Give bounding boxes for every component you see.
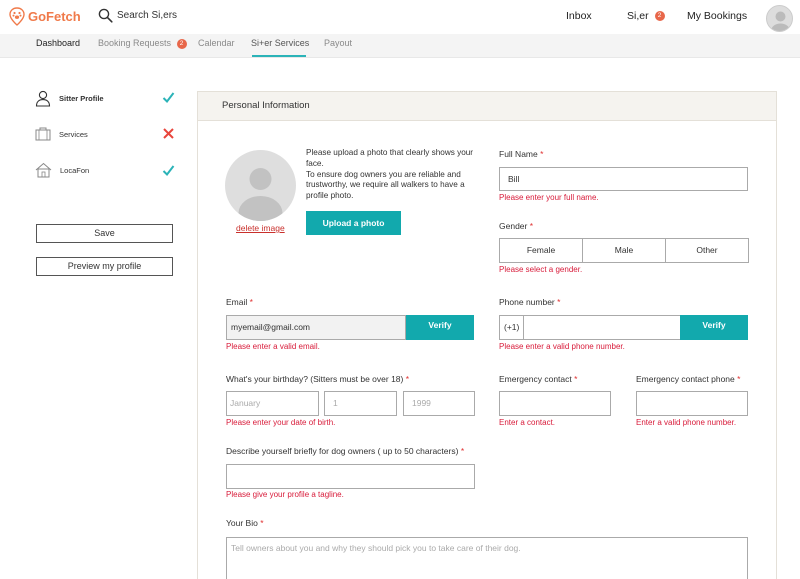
tab-calendar[interactable]: Calendar	[198, 38, 235, 48]
upload-photo-button[interactable]: Upload a photo	[306, 211, 401, 235]
sidebar-item-label: LocaFon	[60, 165, 90, 175]
search-icon	[98, 8, 113, 23]
required-marker: *	[260, 518, 264, 528]
birth-day-select[interactable]: 1	[324, 391, 397, 416]
user-avatar-icon	[771, 11, 790, 31]
photo-instructions: Please upload a photo that clearly shows…	[306, 148, 474, 201]
email-error: Please enter a valid email.	[226, 342, 320, 351]
save-button[interactable]: Save	[36, 224, 173, 243]
sub-nav: Dashboard Booking Requests 2 Calendar Si…	[0, 34, 800, 58]
panel-title: Personal Information	[222, 100, 310, 111]
paw-pin-icon	[9, 7, 25, 26]
brand-name: GoFetch	[28, 9, 81, 24]
emergency-contact-label: Emergency contact *	[499, 374, 577, 384]
email-label-text: Email	[226, 297, 248, 307]
house-icon	[35, 162, 52, 178]
full-name-label: Full Name *	[499, 149, 543, 159]
booking-requests-badge: 2	[176, 38, 187, 49]
active-tab-indicator	[252, 55, 306, 57]
birthday-label-text: What's your birthday? (Sitters must be o…	[226, 374, 404, 384]
checkmark-icon	[162, 92, 175, 104]
required-marker: *	[405, 374, 410, 384]
tagline-label-text: Describe yourself briefly for dog owners…	[226, 446, 459, 456]
sidebar-item-sitter-profile[interactable]: Sitter Profile	[35, 90, 104, 107]
full-name-label-text: Full Name	[499, 149, 538, 159]
top-bar: GoFetch Search Si,ers Inbox Si,er 2 My B…	[0, 0, 800, 34]
required-marker: *	[249, 297, 253, 307]
email-input[interactable]: myemail@gmail.com	[226, 315, 406, 340]
gender-female-option[interactable]: Female	[499, 238, 583, 263]
required-marker: *	[574, 374, 578, 384]
required-marker: *	[557, 297, 561, 307]
phone-label: Phone number *	[499, 297, 560, 307]
gender-label-text: Gender	[499, 221, 528, 231]
required-marker: *	[540, 149, 544, 159]
emergency-phone-input[interactable]	[636, 391, 748, 416]
verify-phone-button[interactable]: Verify	[680, 315, 748, 340]
gender-other-option[interactable]: Other	[665, 238, 749, 263]
phone-country-code[interactable]: (+1)	[499, 315, 524, 340]
panel-header: Personal Information	[198, 92, 776, 121]
emergency-phone-label-text: Emergency contact phone	[636, 374, 735, 384]
gender-male-option[interactable]: Male	[582, 238, 666, 263]
phone-input[interactable]	[523, 315, 681, 340]
cross-icon	[163, 128, 174, 139]
sidebar-item-label: Sitter Profile	[59, 94, 104, 103]
email-label: Email *	[226, 297, 253, 307]
emergency-phone-error: Enter a valid phone number.	[636, 418, 737, 427]
bio-label: Your Bio *	[226, 518, 264, 528]
full-name-error: Please enter your full name.	[499, 193, 599, 202]
profile-photo-placeholder[interactable]	[225, 150, 296, 221]
birth-year-select[interactable]: 1999	[403, 391, 475, 416]
emergency-contact-label-text: Emergency contact	[499, 374, 572, 384]
tab-sitter-services[interactable]: Si+er Services	[251, 38, 309, 48]
sidebar-item-location[interactable]: LocaFon	[35, 162, 89, 178]
sidebar-item-services[interactable]: Services	[35, 127, 88, 141]
checkmark-icon	[162, 165, 175, 177]
tab-dashboard[interactable]: Dashboard	[36, 38, 80, 48]
bio-textarea[interactable]: Tell owners about you and why they shoul…	[226, 537, 748, 579]
birthday-error: Please enter your date of birth.	[226, 418, 336, 427]
search-sitters[interactable]: Search Si,ers	[98, 8, 177, 23]
user-silhouette-icon	[238, 168, 283, 221]
birth-month-select[interactable]: January	[226, 391, 319, 416]
phone-label-text: Phone number	[499, 297, 555, 307]
gender-label: Gender *	[499, 221, 533, 231]
brand-logo[interactable]: GoFetch	[9, 7, 81, 26]
bio-label-text: Your Bio	[226, 518, 258, 528]
search-label: Search Si,ers	[117, 10, 178, 21]
emergency-contact-input[interactable]	[499, 391, 611, 416]
full-name-input[interactable]: Bill	[499, 167, 748, 191]
tab-booking-requests-label: Booking Requests	[98, 38, 172, 48]
briefcase-icon	[35, 127, 51, 141]
phone-error: Please enter a valid phone number.	[499, 342, 625, 351]
sitter-badge: 2	[654, 11, 665, 22]
tab-payout[interactable]: Payout	[324, 38, 352, 48]
required-marker: *	[460, 446, 465, 456]
emergency-phone-label: Emergency contact phone *	[636, 374, 740, 384]
required-marker: *	[737, 374, 741, 384]
nav-inbox[interactable]: Inbox	[566, 10, 592, 22]
tagline-label: Describe yourself briefly for dog owners…	[226, 446, 464, 456]
required-marker: *	[529, 221, 534, 231]
birthday-label: What's your birthday? (Sitters must be o…	[226, 374, 409, 384]
sidebar-item-label: Services	[59, 129, 88, 139]
verify-email-button[interactable]: Verify	[406, 315, 474, 340]
nav-sitter[interactable]: Si,er 2	[627, 10, 665, 22]
gender-error: Please select a gender.	[499, 265, 583, 274]
delete-image-link[interactable]: delete image	[236, 223, 285, 233]
tab-booking-requests[interactable]: Booking Requests 2	[98, 38, 187, 49]
tagline-error: Please give your profile a tagline.	[226, 490, 344, 499]
emergency-contact-error: Enter a contact.	[499, 418, 556, 427]
user-avatar[interactable]	[766, 5, 793, 32]
person-icon	[35, 90, 51, 107]
preview-profile-button[interactable]: Preview my profile	[36, 257, 173, 276]
nav-my-bookings[interactable]: My Bookings	[687, 10, 747, 22]
tagline-input[interactable]	[226, 464, 475, 489]
nav-sitter-label: Si,er	[627, 10, 649, 22]
